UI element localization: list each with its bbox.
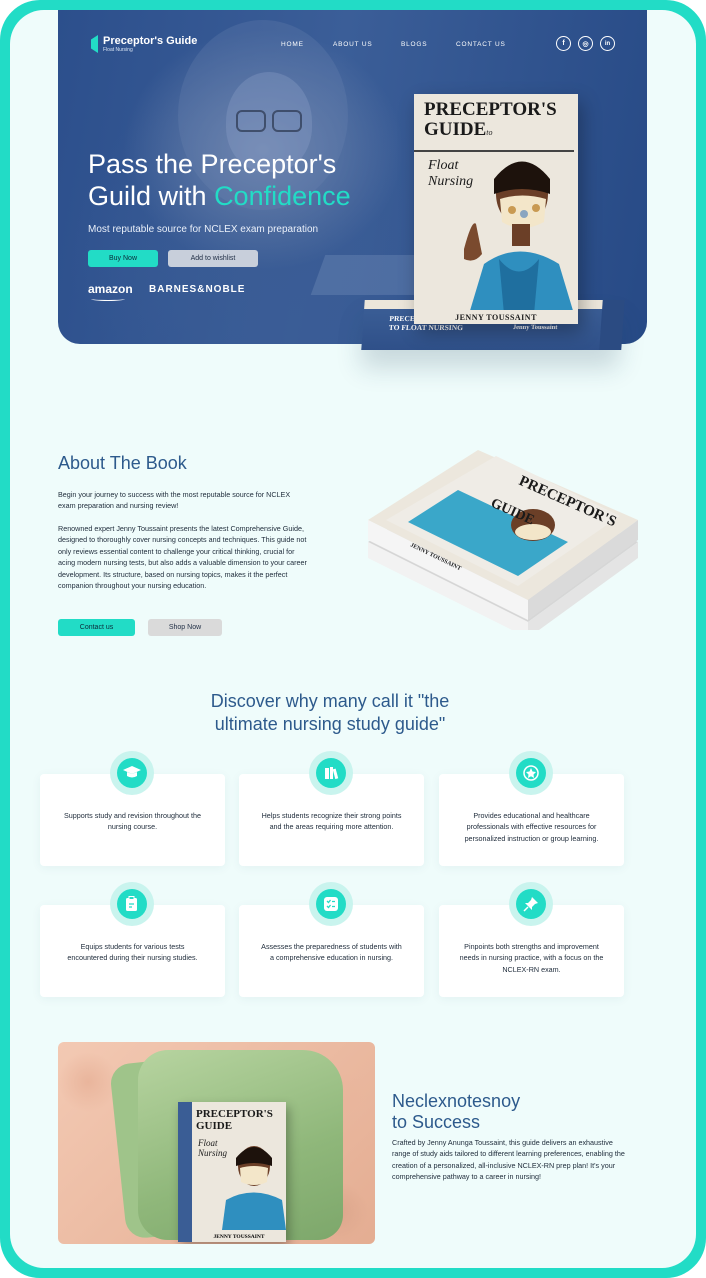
cover-author: JENNY TOUSSAINT: [414, 310, 578, 324]
book-side: [599, 300, 625, 350]
logo-icon: [91, 35, 98, 53]
add-to-wishlist-button[interactable]: Add to wishlist: [168, 250, 258, 267]
hero-title-accent: Confidence: [214, 181, 351, 211]
books-icon: [325, 767, 339, 780]
cover-subtitle: Float Nursing: [428, 158, 473, 190]
cover-subtitle-line2: Nursing: [428, 174, 474, 189]
feature-icon: [309, 751, 353, 795]
discover-title-line1: Discover why many call it "the: [210, 691, 450, 711]
hero-photo-glasses: [272, 110, 302, 132]
photo-book-title: PRECEPTOR'S GUIDE: [196, 1108, 273, 1132]
shop-now-button[interactable]: Shop Now: [148, 619, 222, 636]
pushpin-icon: [523, 897, 538, 912]
feature-icon: [509, 751, 553, 795]
linkedin-icon[interactable]: in: [600, 36, 615, 51]
nurse-illustration: [464, 161, 574, 314]
photo-book-subtitle-line1: Float: [198, 1138, 218, 1148]
about-paragraph-1: Begin your journey to success with the m…: [58, 490, 291, 511]
nav-home[interactable]: HOME: [281, 41, 304, 48]
success-text: Crafted by Jenny Anunga Toussaint, this …: [392, 1138, 625, 1182]
feature-card-text: Assesses the preparedness of students wi…: [261, 942, 402, 963]
photo-book-spine: [178, 1102, 192, 1242]
star-badge-icon: [523, 765, 539, 781]
facebook-icon[interactable]: f: [556, 36, 571, 51]
cover-title-line1: PRECEPTOR'S: [424, 99, 557, 120]
feature-icon: [509, 882, 553, 926]
spine-title-line2: TO FLOAT NURSING: [388, 323, 464, 332]
nav-blogs[interactable]: BLOGS: [401, 41, 427, 48]
discover-title-line2: ultimate nursing study guide": [214, 714, 446, 734]
buy-now-button[interactable]: Buy Now: [88, 250, 158, 267]
hero-title-line1: Pass the Preceptor's: [88, 149, 337, 179]
feature-card-text: Supports study and revision throughout t…: [63, 811, 202, 832]
cover-title-line2: GUIDE: [424, 119, 487, 140]
discover-title: Discover why many call it "the ultimate …: [130, 690, 530, 736]
nav-contact[interactable]: CONTACT US: [456, 41, 506, 48]
cover-title-to: to: [486, 128, 493, 137]
about-book-image: PRECEPTOR'S GUIDE JENNY TOUSSAINT: [368, 450, 638, 630]
success-title: Neclexnotesnoy to Success: [392, 1091, 520, 1133]
feature-icon: [110, 882, 154, 926]
success-title-line1: Neclexnotesnoy: [392, 1091, 521, 1111]
photo-book: PRECEPTOR'S GUIDE Float Nursing JENNY TO…: [178, 1102, 286, 1242]
contact-us-button[interactable]: Contact us: [58, 619, 135, 636]
book-on-pillow-photo: PRECEPTOR'S GUIDE Float Nursing JENNY TO…: [58, 1042, 375, 1244]
checklist-icon: [324, 897, 338, 911]
barnes-noble-logo[interactable]: BARNES&NOBLE: [149, 284, 245, 295]
photo-book-subtitle: Float Nursing: [198, 1138, 227, 1158]
photo-book-nurse: [222, 1146, 286, 1230]
photo-book-author: JENNY TOUSSAINT: [213, 1234, 265, 1240]
nav-about[interactable]: ABOUT US: [333, 41, 373, 48]
hero-title: Pass the Preceptor's Guild with Confiden…: [88, 148, 408, 212]
brand-subtitle: Float Nursing: [103, 47, 133, 53]
feature-icon: [110, 751, 154, 795]
cover-divider: [414, 150, 574, 152]
about-paragraph-2: Renowned expert Jenny Toussaint presents…: [58, 524, 307, 591]
about-title: About The Book: [58, 453, 187, 473]
hero-book-cover: PRECEPTOR'S GUIDEto Float Nursing JENNY …: [414, 94, 578, 324]
hero-title-line2: Guild with: [88, 181, 215, 211]
spine-author: Jenny Toussaint: [512, 324, 558, 331]
cover-subtitle-line1: Float: [428, 158, 459, 173]
hero-subtitle: Most reputable source for NCLEX exam pre…: [88, 224, 319, 235]
feature-card-text: Equips students for various tests encoun…: [67, 942, 198, 963]
brand-logo[interactable]: Preceptor's Guide Float Nursing: [91, 35, 197, 54]
page: Preceptor's Guide Float Nursing HOME ABO…: [10, 10, 696, 1268]
cover-title: PRECEPTOR'S GUIDEto: [424, 100, 557, 143]
instagram-icon[interactable]: ◎: [578, 36, 593, 51]
amazon-logo[interactable]: amazon: [88, 282, 133, 296]
photo-book-subtitle-line2: Nursing: [198, 1148, 228, 1158]
success-title-line2: to Success: [392, 1112, 481, 1132]
feature-icon: [309, 882, 353, 926]
photo-book-title-line2: GUIDE: [196, 1120, 233, 1132]
hero-photo-glasses: [236, 110, 266, 132]
clipboard-edit-icon: [126, 896, 137, 911]
feature-card-text: Pinpoints both strengths and improvement…: [459, 942, 604, 974]
feature-card-text: Helps students recognize their strong po…: [261, 811, 402, 832]
graduation-cap-icon: [123, 766, 141, 778]
feature-card-text: Provides educational and healthcare prof…: [464, 811, 599, 843]
brand-title: Preceptor's Guide: [103, 35, 198, 47]
photo-book-title-line1: PRECEPTOR'S: [196, 1108, 273, 1120]
amazon-smile-icon: [91, 297, 125, 301]
